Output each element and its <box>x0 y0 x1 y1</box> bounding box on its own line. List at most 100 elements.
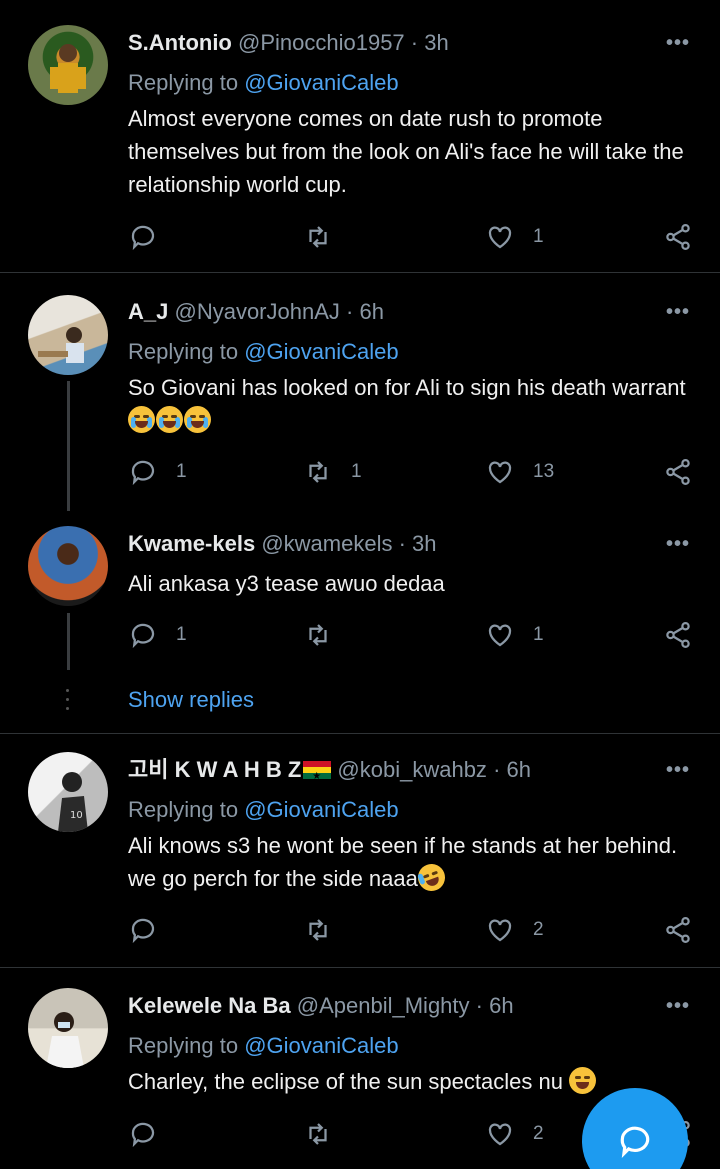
reply-icon <box>131 460 155 486</box>
reply-icon <box>131 225 155 251</box>
avatar[interactable] <box>28 25 108 105</box>
grinning-squinting-face-icon <box>569 1067 597 1094</box>
avatar[interactable] <box>28 526 108 606</box>
display-name[interactable]: Kwame-kels <box>128 531 255 556</box>
replying-to-label: Replying to <box>128 70 239 95</box>
user-handle[interactable]: @NyavorJohnAJ <box>174 299 339 324</box>
like-count: 2 <box>533 1123 544 1144</box>
display-name[interactable]: Kelewele Na Ba <box>128 993 291 1018</box>
like-count: 13 <box>533 461 555 482</box>
tweet[interactable]: Kwame-kels @kwamekels · 3h ••• Ali ankas… <box>0 503 720 733</box>
like-button[interactable]: 13 <box>485 454 554 490</box>
share-button[interactable] <box>663 912 693 948</box>
retweet-button[interactable] <box>303 219 351 255</box>
user-handle[interactable]: @Pinocchio1957 <box>238 30 405 55</box>
like-button[interactable]: 2 <box>485 912 544 948</box>
like-button[interactable]: 2 <box>485 1116 544 1152</box>
reply-button[interactable]: 1 <box>128 454 187 490</box>
heart-icon <box>488 919 512 942</box>
replying-to-label: Replying to <box>128 1033 239 1058</box>
share-button[interactable] <box>663 617 693 653</box>
timestamp[interactable]: 6h <box>489 993 513 1018</box>
mention-link[interactable]: @GiovaniCaleb <box>244 797 398 822</box>
replying-to-label: Replying to <box>128 797 239 822</box>
reply-button[interactable]: 1 <box>128 617 187 653</box>
retweet-icon <box>309 624 327 646</box>
show-replies-link[interactable]: Show replies <box>128 687 254 713</box>
timestamp[interactable]: 3h <box>412 531 436 556</box>
timestamp[interactable]: 6h <box>507 757 531 782</box>
heart-icon <box>488 226 512 249</box>
reply-button[interactable] <box>128 219 176 255</box>
more-options-icon[interactable]: ••• <box>666 32 690 55</box>
avatar[interactable] <box>28 988 108 1068</box>
mention-link[interactable]: @GiovaniCaleb <box>244 1033 398 1058</box>
ghana-flag-icon <box>303 761 332 792</box>
share-icon <box>666 622 690 648</box>
retweet-count: 1 <box>351 461 362 482</box>
share-icon <box>666 224 690 250</box>
reply-button[interactable] <box>128 912 176 948</box>
loudly-crying-face-icon <box>184 406 211 433</box>
mention-link[interactable]: @GiovaniCaleb <box>244 70 398 95</box>
tweet-header: A_J @NyavorJohnAJ · 6h <box>128 297 384 327</box>
action-bar: 1 1 13 <box>128 454 698 490</box>
like-count: 1 <box>533 226 544 247</box>
more-options-icon[interactable]: ••• <box>666 995 690 1018</box>
tweet[interactable]: 10 고비 K W A H B Z @kobi_kwahbz · 6h ••• … <box>0 734 720 967</box>
user-handle[interactable]: @kwamekels <box>261 531 392 556</box>
replying-to: Replying to @GiovaniCaleb <box>128 1031 399 1061</box>
reply-feed: S.Antonio @Pinocchio1957 · 3h ••• Replyi… <box>0 0 720 1169</box>
retweet-button[interactable] <box>303 617 351 653</box>
display-name[interactable]: S.Antonio <box>128 30 232 55</box>
tweet-text: So Giovani has looked on for Ali to sign… <box>128 371 688 437</box>
share-button[interactable] <box>663 454 693 490</box>
retweet-button[interactable] <box>303 912 351 948</box>
timestamp[interactable]: 3h <box>424 30 448 55</box>
tweet[interactable]: A_J @NyavorJohnAJ · 6h ••• Replying to @… <box>0 273 720 511</box>
more-options-icon[interactable]: ••• <box>666 533 690 556</box>
separator-dot: · <box>398 531 406 556</box>
thread-line <box>67 613 70 670</box>
separator-dot: · <box>410 30 419 55</box>
retweet-icon <box>309 1123 327 1145</box>
like-count: 1 <box>533 624 544 645</box>
heart-icon <box>488 461 512 484</box>
display-name[interactable]: 고비 K W A H B Z <box>128 757 301 782</box>
user-handle[interactable]: @kobi_kwahbz <box>337 757 487 782</box>
heart-icon <box>488 1123 512 1146</box>
tweet-text-content: Charley, the eclipse of the sun spectacl… <box>128 1069 563 1094</box>
replying-to: Replying to @GiovaniCaleb <box>128 795 399 825</box>
like-button[interactable]: 1 <box>485 219 544 255</box>
avatar[interactable] <box>28 295 108 375</box>
retweet-icon <box>309 919 327 941</box>
share-button[interactable] <box>663 219 693 255</box>
retweet-button[interactable]: 1 <box>303 454 362 490</box>
more-options-icon[interactable]: ••• <box>666 759 690 782</box>
display-name[interactable]: A_J <box>128 299 168 324</box>
heart-icon <box>488 624 512 647</box>
reply-icon <box>131 1122 155 1148</box>
separator-dot: · <box>475 993 483 1018</box>
timestamp[interactable]: 6h <box>359 299 383 324</box>
tweet-text: Charley, the eclipse of the sun spectacl… <box>128 1065 688 1098</box>
tweet-header: S.Antonio @Pinocchio1957 · 3h <box>128 28 449 58</box>
replying-to-label: Replying to <box>128 339 239 364</box>
retweet-button[interactable] <box>303 1116 351 1152</box>
separator-dot: · <box>493 757 501 782</box>
reply-button[interactable] <box>128 1116 176 1152</box>
action-bar: 1 1 <box>128 617 698 653</box>
mention-link[interactable]: @GiovaniCaleb <box>244 339 398 364</box>
tweet-text: Ali knows s3 he wont be seen if he stand… <box>128 829 688 895</box>
tweet-text-content: So Giovani has looked on for Ali to sign… <box>128 375 686 400</box>
more-options-icon[interactable]: ••• <box>666 301 690 324</box>
retweet-icon <box>309 461 327 483</box>
avatar[interactable]: 10 <box>28 752 108 832</box>
action-bar: 1 <box>128 219 698 255</box>
tweet[interactable]: S.Antonio @Pinocchio1957 · 3h ••• Replyi… <box>0 0 720 273</box>
tweet-header: 고비 K W A H B Z @kobi_kwahbz · 6h <box>128 755 531 792</box>
user-handle[interactable]: @Apenbil_Mighty <box>297 993 470 1018</box>
tweet-text: Almost everyone comes on date rush to pr… <box>128 106 684 197</box>
thread-line <box>67 381 70 511</box>
like-button[interactable]: 1 <box>485 617 544 653</box>
